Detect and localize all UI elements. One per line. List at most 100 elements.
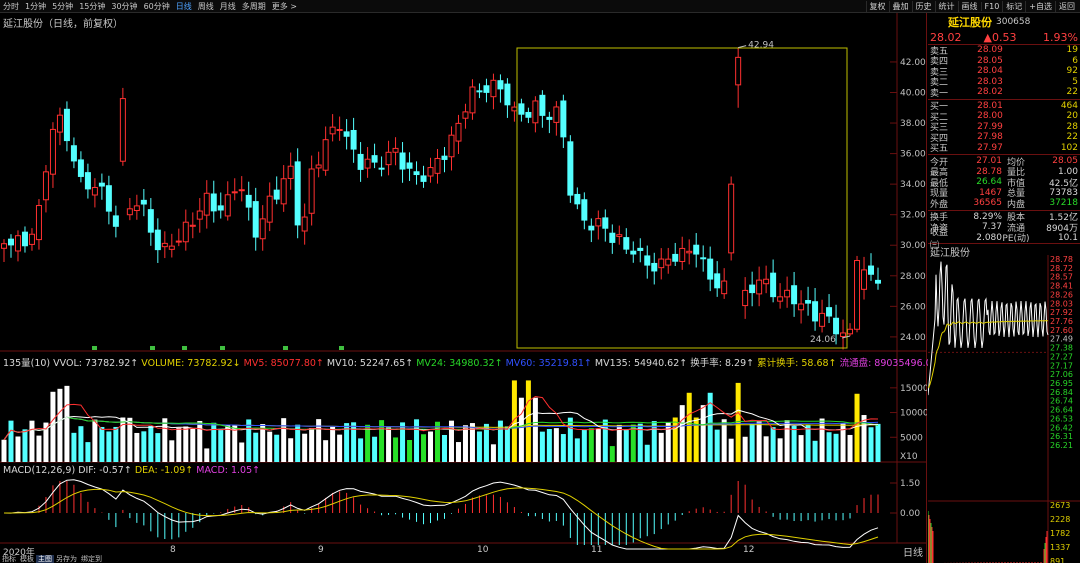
bid-book: 买一 28.01 464 买二 28.00 20 买三 27.99 28 买四 27.98 22 买五 2… (928, 100, 1080, 155)
candle-body (126, 208, 133, 216)
tab-timeframe-6[interactable]: 日线 (173, 1, 195, 12)
mini-price-tick: 27.92 (1050, 308, 1073, 317)
bottom-tab-2[interactable]: 主图 (36, 555, 54, 563)
candle-body (861, 269, 868, 290)
candle-body (378, 167, 385, 170)
kline-chart-area[interactable]: 42.00 40.00 38.00 36.00 34.00 32.00 30.00 28.00… (0, 13, 929, 563)
mini-price-tick: 27.38 (1050, 344, 1073, 353)
tab-timeframe-0[interactable]: 分时 (0, 1, 22, 12)
price-tick-label: 30.00 (900, 241, 926, 251)
range-selection-box[interactable] (516, 47, 848, 349)
volume-bar (735, 382, 741, 462)
bottom-tab-4[interactable]: 绑定到 (79, 555, 104, 563)
volume-bar (148, 425, 154, 462)
event-marker[interactable] (339, 346, 344, 350)
ob-volume: 20 (1066, 111, 1078, 122)
mini-price-tick: 28.57 (1050, 273, 1073, 282)
bottom-tab-3[interactable]: 另存为 (54, 555, 79, 563)
macd-legend-prefix: MACD(12,26,9) (3, 465, 76, 476)
price-tick-label: 34.00 (900, 180, 926, 190)
candle-body (196, 210, 203, 220)
volume-bar (337, 434, 343, 462)
stock-header: 延江股份 300658 (928, 13, 1080, 30)
candle-body (343, 131, 350, 137)
tool-button-0[interactable]: 复权 (865, 1, 889, 12)
volume-bar (183, 426, 189, 462)
candle-body (483, 85, 490, 93)
ask-row[interactable]: 卖一 28.02 22 (928, 87, 1080, 99)
time-axis-label: 10 (477, 545, 489, 555)
candle-body (693, 244, 700, 255)
bid-row[interactable]: 买五 27.97 102 (928, 143, 1080, 155)
tool-button-8[interactable]: 返回 (1055, 1, 1078, 12)
kline-chart[interactable]: 42.00 40.00 38.00 36.00 34.00 32.00 30.00 28.00… (0, 13, 929, 563)
tool-button-5[interactable]: F10 (980, 2, 1003, 11)
tab-timeframe-4[interactable]: 30分钟 (108, 1, 140, 12)
tool-button-2[interactable]: 历史 (911, 1, 935, 12)
period-label[interactable]: 日线 (903, 544, 923, 559)
tool-button-4[interactable]: 画线 (957, 1, 981, 12)
volume-bar (567, 417, 573, 462)
tab-timeframe-1[interactable]: 1分钟 (22, 1, 49, 12)
stat-label: 内盘 (1006, 199, 1025, 210)
tab-timeframe-10[interactable]: 更多 > (269, 1, 300, 12)
stat-value: 73783 (1049, 187, 1078, 198)
event-marker[interactable] (283, 346, 288, 350)
candle-body (28, 233, 35, 245)
volume-bar (756, 421, 762, 462)
volume-bar (714, 429, 720, 462)
volume-bar (686, 392, 692, 462)
ob-price: 27.99 (977, 121, 1003, 132)
stat-value: 36565 (973, 198, 1002, 209)
tool-button-7[interactable]: +自选 (1025, 1, 1055, 12)
volume-bar (546, 428, 552, 462)
tab-timeframe-3[interactable]: 15分钟 (76, 1, 108, 12)
volume-bar (71, 432, 77, 462)
tab-timeframe-2[interactable]: 5分钟 (49, 1, 76, 12)
vol-legend-mv135: MV135: 54940.62↑ (594, 358, 688, 369)
candle-body (539, 94, 546, 116)
bottom-tab-0[interactable]: 指标 (0, 555, 18, 563)
price-tick-label: 26.00 (900, 302, 926, 312)
candle-body (819, 312, 826, 327)
volume-bar (218, 428, 224, 462)
ob-price: 28.01 (977, 100, 1003, 111)
tab-timeframe-7[interactable]: 周线 (195, 1, 217, 12)
tab-timeframe-5[interactable]: 60分钟 (141, 1, 173, 12)
volume-bar (92, 419, 98, 462)
candle-body (175, 240, 182, 243)
volume-bar (302, 433, 308, 462)
volume-bar (868, 427, 874, 462)
vol-legend-volume: VOLUME: 73782.92↓ (141, 358, 241, 369)
tool-button-6[interactable]: 标记 (1002, 1, 1025, 12)
time-axis-label: 8 (170, 545, 176, 555)
macd-legend-dea: DEA: -1.09↑ (134, 465, 194, 476)
event-marker[interactable] (220, 346, 225, 350)
vol-legend-prefix: 135量(10) VVOL: 73782.92↑ (3, 358, 139, 369)
candle-body (672, 253, 679, 262)
tool-button-1[interactable]: 叠加 (888, 1, 912, 12)
candle-body (14, 235, 21, 252)
price-tick-label: 24.00 (900, 333, 926, 343)
volume-bar (595, 428, 601, 462)
candle-body (63, 108, 70, 142)
event-marker[interactable] (150, 346, 155, 350)
event-marker[interactable] (182, 346, 187, 350)
candle-body (665, 258, 672, 266)
volume-bar (36, 435, 42, 462)
candle-body (35, 205, 42, 241)
volume-bar (288, 438, 294, 462)
candle-body (203, 192, 210, 216)
tool-button-3[interactable]: 统计 (934, 1, 958, 12)
event-marker[interactable] (92, 346, 97, 350)
candle-body (70, 145, 77, 162)
volume-bar (225, 425, 231, 462)
tab-timeframe-8[interactable]: 月线 (217, 1, 239, 12)
bottom-tab-1[interactable]: 模板 (18, 555, 36, 563)
candle-body (455, 122, 462, 142)
tab-timeframe-9[interactable]: 多周期 (239, 1, 269, 12)
mini-price-tick: 27.60 (1050, 326, 1073, 335)
candle-body (357, 153, 364, 170)
ob-label: 卖一 (930, 88, 949, 99)
intraday-mini-chart[interactable]: 28.7828.7228.5728.4128.2628.0327.9227.76… (927, 255, 1080, 563)
